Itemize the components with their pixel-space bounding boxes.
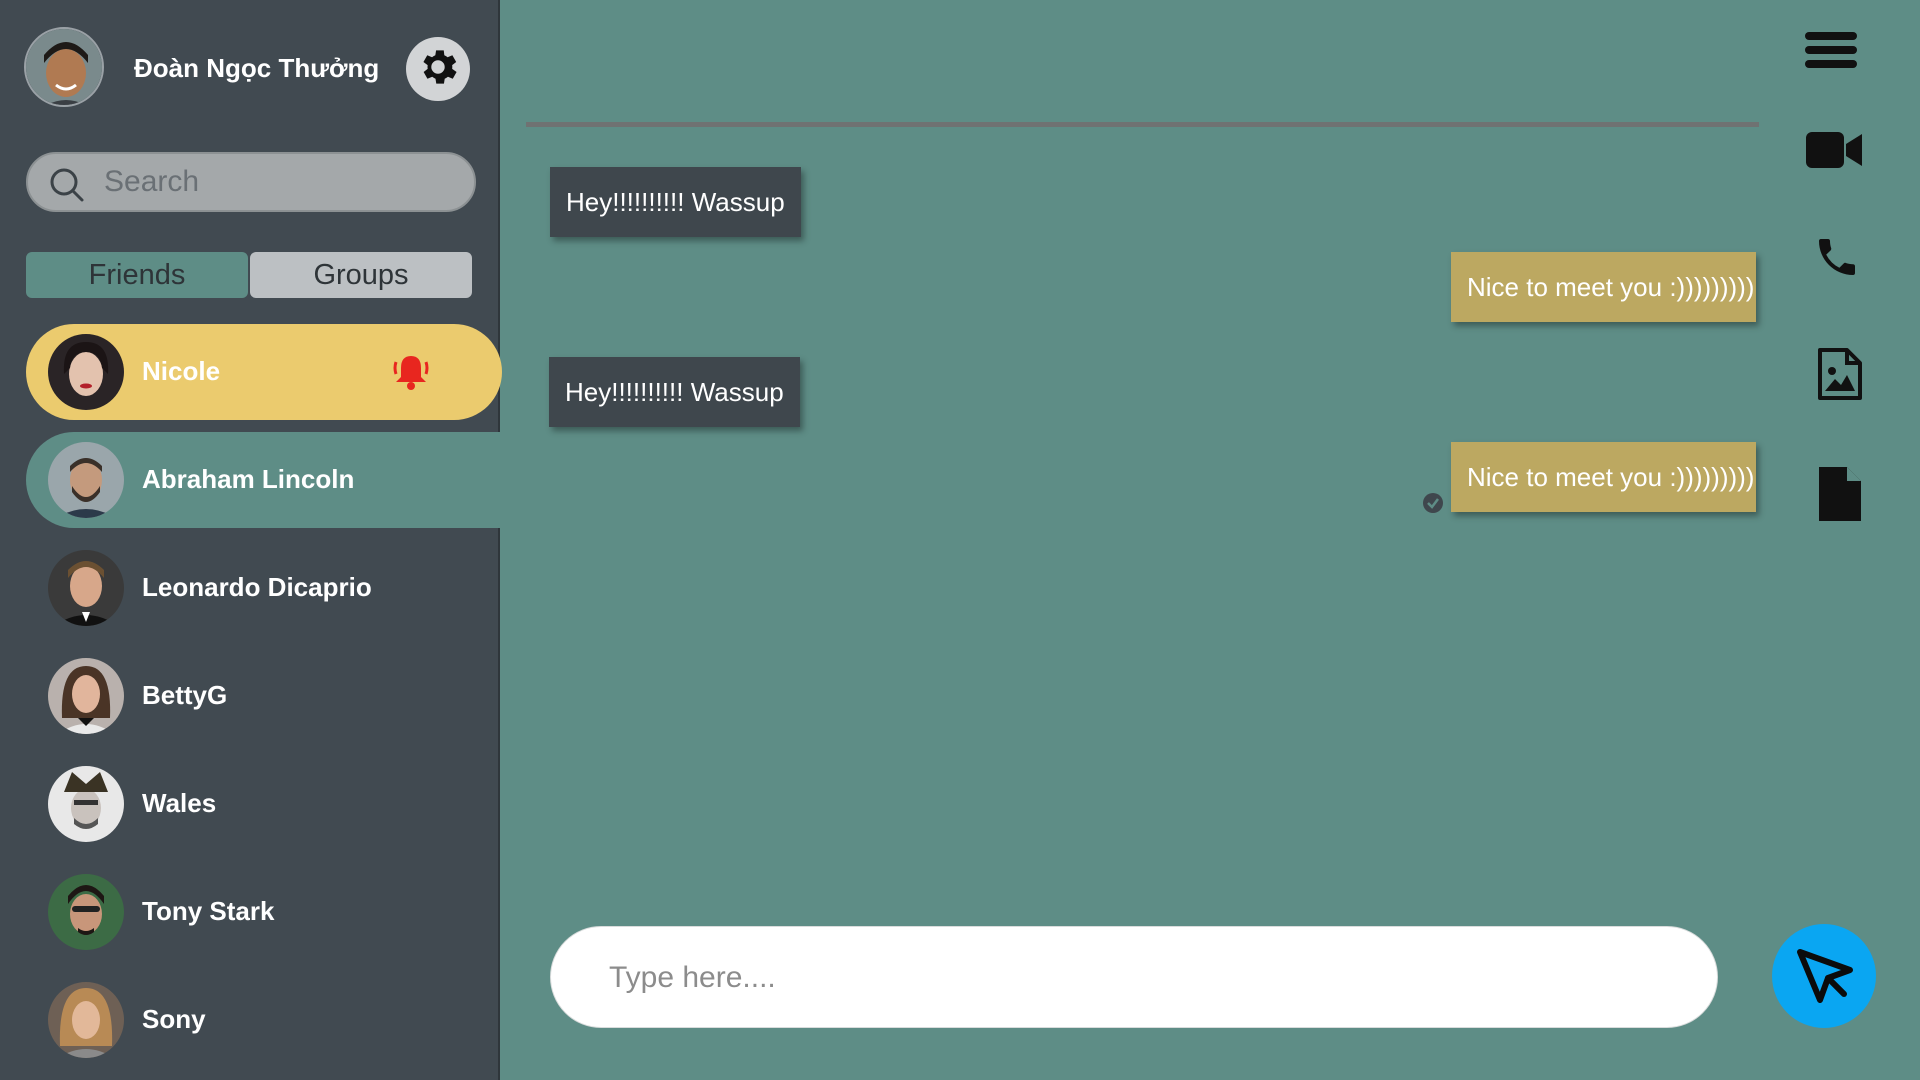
- search-bar: [26, 152, 476, 212]
- gear-icon: [415, 44, 461, 95]
- sidebar: Đoàn Ngọc Thưởng Friends Groups: [0, 0, 502, 1080]
- check-circle-icon: [1422, 492, 1444, 519]
- contact-name: Sony: [142, 1004, 206, 1034]
- message-text: Hey!!!!!!!!!! Wassup: [566, 186, 785, 217]
- contact-item-bettyg[interactable]: BettyG: [26, 648, 502, 744]
- message-input[interactable]: [609, 953, 1669, 1003]
- avatar: [48, 874, 124, 950]
- contact-item-abraham-lincoln[interactable]: Abraham Lincoln: [26, 432, 502, 528]
- contact-name: Wales: [142, 788, 217, 818]
- video-call-button[interactable]: [1806, 130, 1864, 174]
- avatar: [48, 658, 124, 734]
- avatar: [48, 550, 124, 626]
- message-outgoing: Nice to meet you :))))))))): [1451, 252, 1756, 322]
- phone-icon: [1813, 233, 1861, 286]
- contact-item-wales[interactable]: Wales: [26, 756, 502, 852]
- contact-item-nicole[interactable]: Nicole: [26, 324, 502, 420]
- tab-friends[interactable]: Friends: [26, 252, 248, 298]
- avatar: [48, 982, 124, 1058]
- contact-item-leonardo-dicaprio[interactable]: Leonardo Dicaprio: [26, 540, 502, 636]
- message-incoming: Hey!!!!!!!!!! Wassup: [549, 357, 800, 427]
- user-profile: Đoàn Ngọc Thưởng: [24, 27, 484, 111]
- contact-item-tony-stark[interactable]: Tony Stark: [26, 864, 502, 960]
- call-button[interactable]: [1812, 234, 1862, 284]
- avatar: [48, 766, 124, 842]
- menu-icon: [1805, 30, 1857, 75]
- message-outgoing: Nice to meet you :))))))))): [1451, 442, 1756, 512]
- search-input[interactable]: [104, 162, 454, 202]
- contact-tabs: Friends Groups: [26, 252, 474, 298]
- video-call-icon: [1806, 130, 1864, 175]
- tab-groups[interactable]: Groups: [250, 252, 472, 298]
- send-image-button[interactable]: [1816, 347, 1864, 406]
- search-icon: [48, 166, 86, 209]
- menu-button[interactable]: [1804, 30, 1858, 74]
- message-incoming: Hey!!!!!!!!!! Wassup: [550, 167, 801, 237]
- message-composer: [550, 926, 1718, 1028]
- avatar: [48, 334, 124, 410]
- contact-name: Leonardo Dicaprio: [142, 572, 372, 602]
- contact-name: BettyG: [142, 680, 228, 710]
- avatar: [48, 442, 124, 518]
- contact-name: Tony Stark: [142, 896, 275, 926]
- contact-name: Abraham Lincoln: [142, 464, 355, 494]
- send-icon: [1792, 942, 1856, 1011]
- contact-item-sony[interactable]: Sony: [26, 972, 502, 1068]
- contact-name: Nicole: [142, 356, 221, 386]
- chat-header-divider: [526, 122, 1759, 127]
- user-name: Đoàn Ngọc Thưởng: [134, 53, 380, 83]
- bell-icon: [390, 352, 432, 397]
- send-file-button[interactable]: [1818, 466, 1862, 526]
- user-avatar[interactable]: [24, 27, 104, 107]
- message-text: Nice to meet you :))))))))): [1467, 271, 1755, 302]
- message-text: Nice to meet you :))))))))): [1467, 461, 1755, 492]
- send-button[interactable]: [1772, 924, 1876, 1028]
- message-text: Hey!!!!!!!!!! Wassup: [565, 376, 784, 407]
- image-file-icon: [1817, 347, 1863, 406]
- file-icon: [1819, 466, 1861, 526]
- settings-button[interactable]: [406, 37, 470, 101]
